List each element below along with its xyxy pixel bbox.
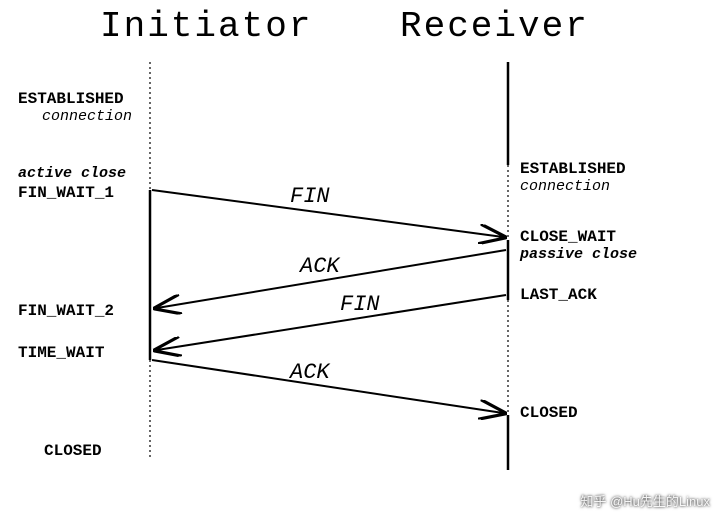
msg-ack2: ACK: [288, 360, 331, 385]
msg-fin1: FIN: [290, 184, 330, 209]
msg-fin2: FIN: [340, 292, 380, 317]
sequence-diagram: FIN ACK FIN ACK: [0, 0, 720, 516]
watermark: 知乎 @Hu先生的Linux: [580, 491, 710, 510]
msg-ack1: ACK: [298, 254, 341, 279]
arrow-fin2: [157, 295, 506, 350]
